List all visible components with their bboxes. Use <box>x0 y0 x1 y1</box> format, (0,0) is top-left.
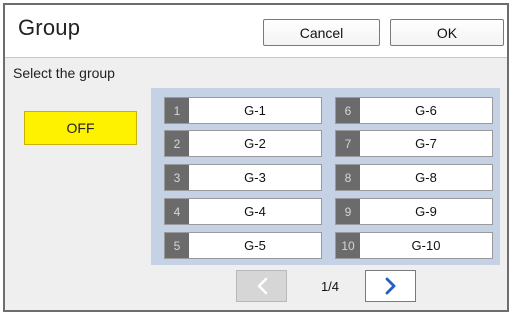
group-button-1[interactable]: 1 G-1 <box>164 97 322 124</box>
chevron-left-icon <box>257 277 267 295</box>
group-name: G-9 <box>415 204 437 219</box>
group-button-7[interactable]: 7 G-7 <box>335 130 493 157</box>
dialog-header: Group Cancel OK <box>5 5 507 58</box>
chevron-right-icon <box>385 277 395 295</box>
group-button-6[interactable]: 6 G-6 <box>335 97 493 124</box>
page-indicator: 1/4 <box>320 279 340 294</box>
group-panel: 1 G-1 2 G-2 3 G-3 4 G-4 5 G-5 6 G-6 7 G-… <box>151 88 500 265</box>
group-name: G-7 <box>415 136 437 151</box>
group-name: G-2 <box>244 136 266 151</box>
off-button[interactable]: OFF <box>24 111 137 145</box>
group-name: G-5 <box>244 238 266 253</box>
group-name: G-8 <box>415 170 437 185</box>
group-button-8[interactable]: 8 G-8 <box>335 164 493 191</box>
group-number: 10 <box>336 233 360 258</box>
instruction-label: Select the group <box>13 65 115 81</box>
group-name: G-10 <box>411 238 441 253</box>
group-number: 5 <box>165 233 189 258</box>
group-button-3[interactable]: 3 G-3 <box>164 164 322 191</box>
group-number: 1 <box>165 98 189 123</box>
cancel-button[interactable]: Cancel <box>263 19 380 46</box>
group-number: 8 <box>336 165 360 190</box>
group-number: 9 <box>336 199 360 224</box>
group-name: G-4 <box>244 204 266 219</box>
group-number: 3 <box>165 165 189 190</box>
group-name: G-3 <box>244 170 266 185</box>
group-number: 2 <box>165 131 189 156</box>
group-button-2[interactable]: 2 G-2 <box>164 130 322 157</box>
group-number: 6 <box>336 98 360 123</box>
group-button-9[interactable]: 9 G-9 <box>335 198 493 225</box>
group-button-10[interactable]: 10 G-10 <box>335 232 493 259</box>
ok-button[interactable]: OK <box>390 19 504 46</box>
dialog-title: Group <box>18 15 81 40</box>
group-number: 7 <box>336 131 360 156</box>
group-dialog: Group Cancel OK Select the group OFF 1 G… <box>3 3 509 312</box>
group-button-4[interactable]: 4 G-4 <box>164 198 322 225</box>
group-name: G-1 <box>244 103 266 118</box>
group-button-5[interactable]: 5 G-5 <box>164 232 322 259</box>
next-page-button[interactable] <box>365 270 416 302</box>
group-number: 4 <box>165 199 189 224</box>
group-name: G-6 <box>415 103 437 118</box>
previous-page-button[interactable] <box>236 270 287 302</box>
